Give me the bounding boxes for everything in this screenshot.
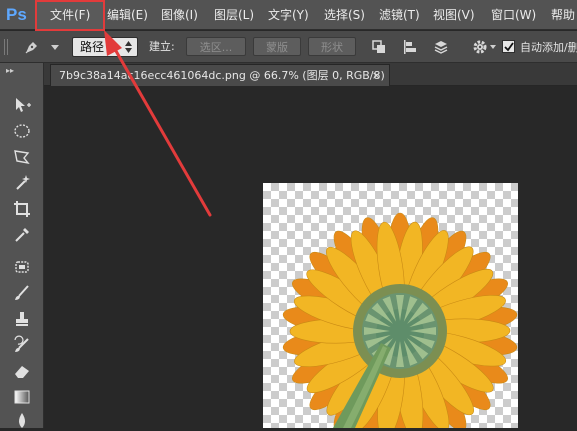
selection-button[interactable]: 选区... (186, 37, 246, 56)
close-icon[interactable]: × (372, 65, 381, 86)
menu-layer[interactable]: 图层(L) (214, 0, 254, 30)
checkmark-icon (504, 42, 514, 52)
gradient-tool-icon[interactable] (12, 387, 32, 407)
auto-add-delete-label: 自动添加/删 (520, 41, 577, 54)
brush-tool-icon[interactable] (12, 283, 32, 303)
document-canvas[interactable] (263, 183, 518, 428)
menu-bar: Ps 文件(F) 编辑(E) 图像(I) 图层(L) 文字(Y) 选择(S) 滤… (0, 0, 577, 31)
path-arrangement-icon[interactable] (432, 38, 450, 56)
options-bar: 路径 建立: 选区... 蒙版 形状 自动添加/删 (0, 31, 577, 63)
menu-help[interactable]: 帮助 (551, 0, 575, 30)
menu-window[interactable]: 窗口(W) (491, 0, 536, 30)
chevron-down-icon[interactable] (51, 45, 59, 50)
pen-tool-icon[interactable] (23, 38, 41, 56)
path-operations-icon[interactable] (370, 38, 388, 56)
clone-stamp-icon[interactable] (12, 309, 32, 329)
tools-panel: ▸▸ (0, 63, 44, 428)
mode-select[interactable]: 路径 (72, 37, 138, 57)
shape-button[interactable]: 形状 (308, 37, 356, 56)
menu-file[interactable]: 文件(F) (50, 0, 90, 30)
menu-view[interactable]: 视图(V) (433, 0, 475, 30)
eraser-tool-icon[interactable] (12, 361, 32, 381)
mode-select-value: 路径 (80, 40, 105, 54)
grip-icon (4, 39, 8, 55)
blur-tool-icon[interactable] (12, 411, 32, 431)
document-tab[interactable]: 7b9c38a14ac16ecc461064dc.png @ 66.7% (图层… (50, 64, 390, 86)
path-alignment-icon[interactable] (401, 38, 419, 56)
menu-image[interactable]: 图像(I) (161, 0, 198, 30)
make-label: 建立: (149, 40, 175, 53)
menu-filter[interactable]: 滤镜(T) (379, 0, 420, 30)
tools-panel-collapse[interactable]: ▸▸ (6, 67, 14, 75)
updown-arrow-icon (125, 41, 132, 53)
elliptical-marquee-icon[interactable] (12, 121, 32, 141)
crop-tool-icon[interactable] (12, 199, 32, 219)
spot-healing-brush-icon[interactable] (12, 257, 32, 277)
menu-edit[interactable]: 编辑(E) (107, 0, 148, 30)
gerbera-flower-image (282, 212, 518, 428)
document-tab-bar: 7b9c38a14ac16ecc461064dc.png @ 66.7% (图层… (44, 63, 577, 86)
auto-add-delete-checkbox[interactable] (502, 40, 515, 53)
gear-icon[interactable] (471, 38, 489, 56)
document-tab-title: 7b9c38a14ac16ecc461064dc.png @ 66.7% (图层… (59, 69, 385, 82)
history-brush-icon[interactable] (12, 335, 32, 355)
menu-type[interactable]: 文字(Y) (268, 0, 309, 30)
eyedropper-icon[interactable] (12, 225, 32, 245)
menu-select[interactable]: 选择(S) (324, 0, 365, 30)
mask-button[interactable]: 蒙版 (253, 37, 301, 56)
magic-wand-icon[interactable] (12, 173, 32, 193)
polygonal-lasso-icon[interactable] (12, 147, 32, 167)
move-tool-icon[interactable] (12, 95, 32, 115)
photoshop-logo: Ps (6, 5, 27, 24)
chevron-down-icon[interactable] (490, 45, 496, 49)
